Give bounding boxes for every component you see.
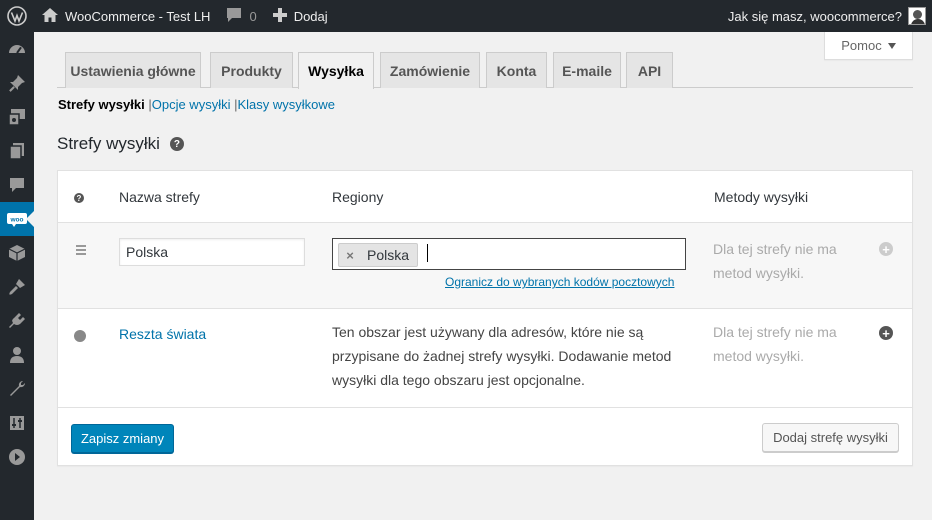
new-content-link[interactable]: Dodaj (265, 0, 336, 32)
shipping-zones-table: ? Nazwa strefy Regiony Metody wysyłki × … (57, 170, 913, 466)
region-chip-label: Polska (367, 247, 410, 263)
pages-icon[interactable] (0, 134, 34, 168)
tools-icon[interactable] (0, 372, 34, 406)
text-caret (427, 244, 428, 262)
woocommerce-icon[interactable]: woo (0, 202, 34, 236)
collapse-icon[interactable] (0, 440, 34, 474)
region-select[interactable]: × Polska (332, 238, 686, 270)
svg-text:woo: woo (10, 217, 24, 224)
media-icon[interactable] (0, 100, 34, 134)
header-zone-name: Nazwa strefy (119, 189, 200, 205)
triangle-down-icon (887, 42, 896, 49)
header-regions: Regiony (332, 189, 384, 205)
tab-shipping[interactable]: Wysyłka (298, 52, 374, 89)
no-methods-text: Dla tej strefy nie ma metod wysyłki. (713, 324, 837, 364)
dashboard-icon[interactable] (0, 32, 34, 66)
remove-region-icon[interactable]: × (339, 248, 361, 263)
rest-of-world-description: Ten obszar jest używany dla adresów, któ… (332, 324, 672, 388)
site-title: WooCommerce - Test LH (65, 8, 211, 24)
region-chip: × Polska (338, 243, 418, 267)
table-header: ? Nazwa strefy Regiony Metody wysyłki (58, 171, 912, 223)
tab-api[interactable]: API (626, 52, 673, 88)
tab-general[interactable]: Ustawienia główne (65, 52, 201, 88)
wordpress-logo-icon[interactable] (0, 0, 34, 32)
shipping-subnav: Strefy wysyłki |Opcje wysyłki |Klasy wys… (58, 97, 335, 112)
subnav-options[interactable]: Opcje wysyłki (152, 97, 231, 112)
page-title: Strefy wysyłki ? (57, 134, 184, 154)
settings-tabs: Ustawienia główne Produkty Wysyłka Zamów… (57, 52, 913, 89)
add-method-icon[interactable]: + (879, 242, 893, 256)
users-icon[interactable] (0, 338, 34, 372)
zone-name-input[interactable] (119, 238, 305, 266)
page-title-text: Strefy wysyłki (57, 134, 160, 153)
site-name-link[interactable]: WooCommerce - Test LH (34, 0, 218, 32)
home-icon (42, 7, 58, 25)
my-account-link[interactable]: Jak się masz, woocommerce? (720, 0, 932, 32)
globe-icon (74, 330, 86, 342)
save-button[interactable]: Zapisz zmiany (71, 424, 174, 453)
tab-products[interactable]: Produkty (210, 52, 293, 88)
header-help-icon[interactable]: ? (74, 193, 84, 203)
products-icon[interactable] (0, 236, 34, 270)
admin-bar: WooCommerce - Test LH 0 Dodaj Jak się ma… (0, 0, 932, 32)
admin-sidebar: woo (0, 32, 34, 520)
comment-bubble-icon (226, 7, 242, 26)
limit-postcodes-link[interactable]: Ogranicz do wybranych kodów pocztowych (445, 275, 674, 289)
tab-orders[interactable]: Zamówienie (380, 52, 480, 88)
new-label: Dodaj (293, 8, 328, 24)
subnav-zones[interactable]: Strefy wysyłki (58, 97, 145, 112)
table-row: × Polska Ogranicz do wybranych kodów poc… (58, 223, 912, 309)
avatar (908, 7, 926, 25)
plus-icon (272, 7, 287, 25)
tab-accounts[interactable]: Konta (486, 52, 547, 88)
add-zone-button[interactable]: Dodaj strefę wysyłki (762, 423, 899, 452)
appearance-icon[interactable] (0, 270, 34, 304)
header-methods: Metody wysyłki (714, 189, 809, 205)
help-tip-icon[interactable]: ? (169, 137, 184, 151)
comments-icon[interactable] (0, 168, 34, 202)
settings-icon[interactable] (0, 406, 34, 440)
help-label: Pomoc (841, 38, 882, 53)
add-method-icon[interactable]: + (879, 326, 893, 340)
subnav-classes[interactable]: Klasy wysyłkowe (238, 97, 336, 112)
tab-emails[interactable]: E-maile (553, 52, 621, 88)
rest-of-world-link[interactable]: Reszta świata (119, 326, 206, 342)
drag-handle-icon[interactable] (76, 245, 86, 257)
comments-link[interactable]: 0 (218, 0, 264, 32)
no-methods-text: Dla tej strefy nie ma metod wysyłki. (713, 241, 837, 281)
comments-count: 0 (249, 8, 257, 24)
plugins-icon[interactable] (0, 304, 34, 338)
table-row: Reszta świata Ten obszar jest używany dl… (58, 309, 912, 408)
table-footer: Zapisz zmiany Dodaj strefę wysyłki (58, 408, 912, 465)
pin-icon[interactable] (0, 66, 34, 100)
greeting: Jak się masz, woocommerce? (727, 8, 902, 24)
